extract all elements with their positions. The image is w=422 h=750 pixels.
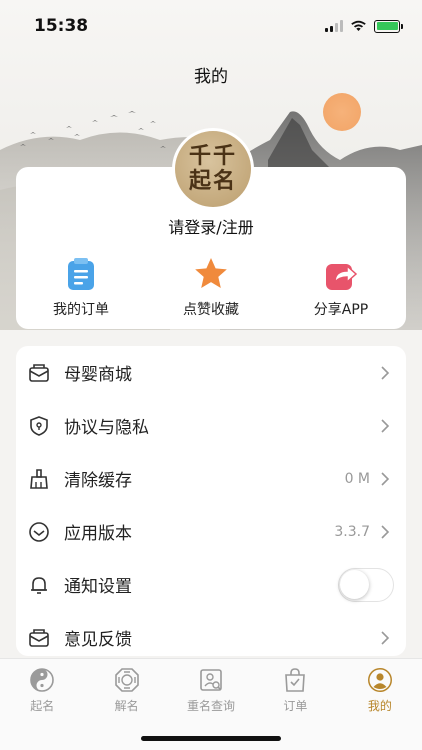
avatar-logo: 千千 起名 xyxy=(175,131,251,207)
chevron-right-icon xyxy=(381,365,390,380)
tab-label-duplicate-search: 重名查询 xyxy=(187,699,236,713)
menu-label-clear-cache: 清除缓存 xyxy=(64,471,132,491)
menu-item-mall[interactable]: 母婴商城 xyxy=(16,346,406,399)
tab-label-mine: 我的 xyxy=(367,699,392,713)
menu-label-mall: 母婴商城 xyxy=(64,365,132,385)
battery-charging-icon xyxy=(374,19,403,33)
bell-icon xyxy=(28,574,50,596)
chevron-right-icon xyxy=(381,524,390,539)
share-app-label: 分享APP xyxy=(313,302,369,318)
menu-item-clear-cache[interactable]: 清除缓存 0 M xyxy=(16,452,406,505)
avatar-text-line2: 起名 xyxy=(188,168,237,194)
status-icons xyxy=(325,19,403,33)
tab-label-orders: 订单 xyxy=(283,699,308,713)
menu-label-app-version: 应用版本 xyxy=(64,524,132,544)
tab-mine[interactable]: 我的 xyxy=(338,659,422,750)
quick-actions: 我的订单 点赞收藏 分享APP xyxy=(16,256,406,319)
clipboard-icon xyxy=(68,258,94,290)
menu-item-notifications: 通知设置 xyxy=(16,558,406,611)
avatar-text-line1: 千千 xyxy=(188,143,237,169)
tab-label-naming: 起名 xyxy=(30,699,55,713)
user-icon xyxy=(367,668,392,692)
wifi-icon xyxy=(351,20,366,31)
broom-icon xyxy=(28,468,50,490)
chevron-right-icon xyxy=(381,630,390,645)
feedback-icon xyxy=(28,627,50,649)
share-app-button[interactable]: 分享APP xyxy=(276,256,406,319)
menu-item-feedback[interactable]: 意见反馈 xyxy=(16,611,406,656)
cache-size-value: 0 M xyxy=(344,470,370,487)
status-time: 15:38 xyxy=(34,16,89,36)
avatar[interactable]: 千千 起名 xyxy=(172,128,254,210)
mall-icon xyxy=(28,362,50,384)
share-icon xyxy=(326,264,358,290)
menu-label-feedback: 意见反馈 xyxy=(64,630,132,650)
tab-label-interpret: 解名 xyxy=(114,699,139,713)
page-title: 我的 xyxy=(194,67,228,87)
menu-label-notifications: 通知设置 xyxy=(64,577,132,597)
app-version-value: 3.3.7 xyxy=(334,523,370,540)
chevron-right-icon xyxy=(381,471,390,486)
tab-naming[interactable]: 起名 xyxy=(0,659,84,750)
shield-icon xyxy=(28,415,50,437)
notification-toggle[interactable] xyxy=(338,567,394,602)
settings-menu: 母婴商城 协议与隐私 清除缓存 0 M 应用版本 3.3.7 通知设置 意见反馈 xyxy=(16,346,406,656)
favorites-label: 点赞收藏 xyxy=(183,302,239,318)
menu-item-privacy[interactable]: 协议与隐私 xyxy=(16,399,406,452)
home-indicator xyxy=(141,736,281,741)
my-orders-button[interactable]: 我的订单 xyxy=(16,256,146,319)
star-icon xyxy=(195,258,227,288)
toggle-knob xyxy=(340,569,369,599)
menu-label-privacy: 协议与隐私 xyxy=(64,418,149,438)
chevron-right-icon xyxy=(381,418,390,433)
bagua-icon xyxy=(114,668,139,692)
signal-icon xyxy=(325,20,343,32)
login-register-link[interactable]: 请登录/注册 xyxy=(0,214,422,238)
yinyang-icon xyxy=(30,668,55,692)
status-bar: 15:38 xyxy=(0,0,422,52)
version-icon xyxy=(28,521,50,543)
my-orders-label: 我的订单 xyxy=(53,302,109,318)
search-person-icon xyxy=(200,669,222,691)
shopping-bag-icon xyxy=(285,668,306,692)
menu-item-app-version[interactable]: 应用版本 3.3.7 xyxy=(16,505,406,558)
favorites-button[interactable]: 点赞收藏 xyxy=(146,256,276,319)
